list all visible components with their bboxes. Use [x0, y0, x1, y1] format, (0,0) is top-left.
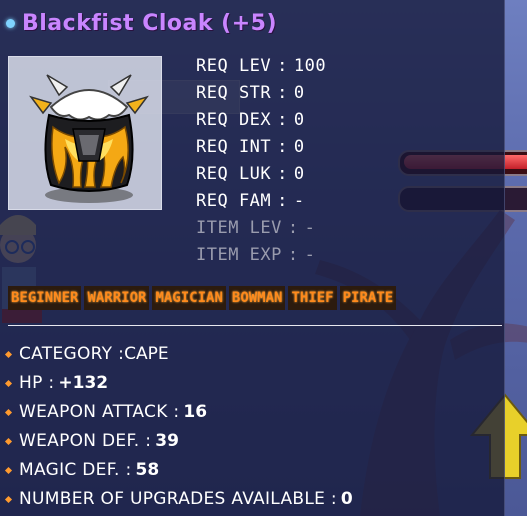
req-row: REQ FAM: - [196, 188, 326, 215]
bullet-icon [4, 437, 13, 446]
req-value: - [304, 218, 316, 238]
stat-label: CATEGORY : [19, 344, 125, 364]
req-row: ITEM LEV: - [196, 215, 326, 242]
stat-row: CATEGORY : CAPE [4, 340, 353, 369]
job-warrior: WARRIOR [84, 286, 150, 310]
stat-value: 16 [183, 402, 208, 422]
stat-row: NUMBER OF UPGRADES AVAILABLE :0 [4, 485, 353, 514]
blackfist-cloak-icon [29, 74, 149, 203]
stat-label: MAGIC DEF. : [19, 460, 132, 480]
item-tooltip: Blackfist Cloak (+5) REQ LEV: 100 REQ S… [0, 0, 505, 516]
req-separator: : [277, 56, 288, 76]
req-value: - [293, 191, 305, 211]
item-name: Blackfist Cloak (+5) [22, 10, 277, 36]
req-separator: : [277, 110, 288, 130]
job-list: BEGINNER WARRIOR MAGICIAN BOWMAN THIEF P… [8, 285, 397, 311]
req-separator: : [277, 191, 288, 211]
bullet-icon [4, 408, 13, 417]
req-label: REQ STR [196, 83, 272, 103]
req-separator: : [287, 245, 299, 265]
item-image-frame [8, 56, 162, 210]
stat-value: 0 [340, 489, 353, 509]
req-label: REQ LEV [196, 56, 272, 76]
job-beginner: BEGINNER [8, 286, 82, 310]
bullet-icon [4, 350, 13, 359]
stat-label: WEAPON ATTACK : [19, 402, 180, 422]
stat-row: WEAPON DEF. :39 [4, 427, 353, 456]
req-label: REQ DEX [196, 110, 272, 130]
req-separator: : [287, 218, 299, 238]
req-row: REQ DEX:0 [196, 107, 326, 134]
stats-list: CATEGORY : CAPE HP : +132 WEAPON ATTACK :1… [4, 340, 353, 514]
req-separator: : [277, 137, 288, 157]
stat-label: NUMBER OF UPGRADES AVAILABLE : [19, 489, 337, 509]
stat-row: MAGIC DEF. :58 [4, 456, 353, 485]
stat-row: HP : +132 [4, 369, 353, 398]
bullet-icon [4, 466, 13, 475]
req-separator: : [277, 164, 288, 184]
req-value: 0 [293, 83, 305, 103]
job-bowman: BOWMAN [228, 286, 286, 310]
req-row: ITEM EXP: - [196, 242, 326, 269]
divider [8, 325, 502, 326]
req-label: REQ LUK [196, 164, 272, 184]
req-label: REQ FAM [196, 191, 272, 211]
bullet-icon [4, 495, 13, 504]
stat-value: +132 [58, 373, 109, 393]
req-row: REQ LUK:0 [196, 161, 326, 188]
requirements-list: REQ LEV:100 REQ STR:0 REQ DEX:0 REQ INT:… [196, 53, 326, 269]
job-magician: MAGICIAN [152, 286, 226, 310]
stat-value: 58 [135, 460, 160, 480]
bullet-icon [6, 18, 15, 28]
req-label: ITEM EXP [196, 245, 282, 265]
stat-value: 39 [155, 431, 179, 451]
req-separator: : [277, 83, 288, 103]
bullet-icon [4, 379, 13, 388]
job-thief: THIEF [288, 286, 337, 310]
req-label: ITEM LEV [196, 218, 282, 238]
req-value: 100 [293, 56, 327, 76]
stat-row: WEAPON ATTACK :16 [4, 398, 353, 427]
job-pirate: PIRATE [339, 286, 397, 310]
stat-label: WEAPON DEF. : [19, 431, 152, 451]
req-label: REQ INT [196, 137, 272, 157]
req-value: - [304, 245, 316, 265]
req-row: REQ LEV:100 [196, 53, 326, 80]
game-scene: Blackfist Cloak (+5) REQ LEV: 100 REQ S… [0, 0, 527, 516]
tooltip-title-row: Blackfist Cloak (+5) [6, 8, 277, 38]
req-row: REQ INT:0 [196, 134, 326, 161]
req-value: 0 [293, 164, 305, 184]
stat-label: HP : [19, 373, 55, 393]
req-row: REQ STR:0 [196, 80, 326, 107]
req-value: 0 [293, 137, 305, 157]
req-value: 0 [293, 110, 305, 130]
stat-value: CAPE [124, 344, 169, 364]
